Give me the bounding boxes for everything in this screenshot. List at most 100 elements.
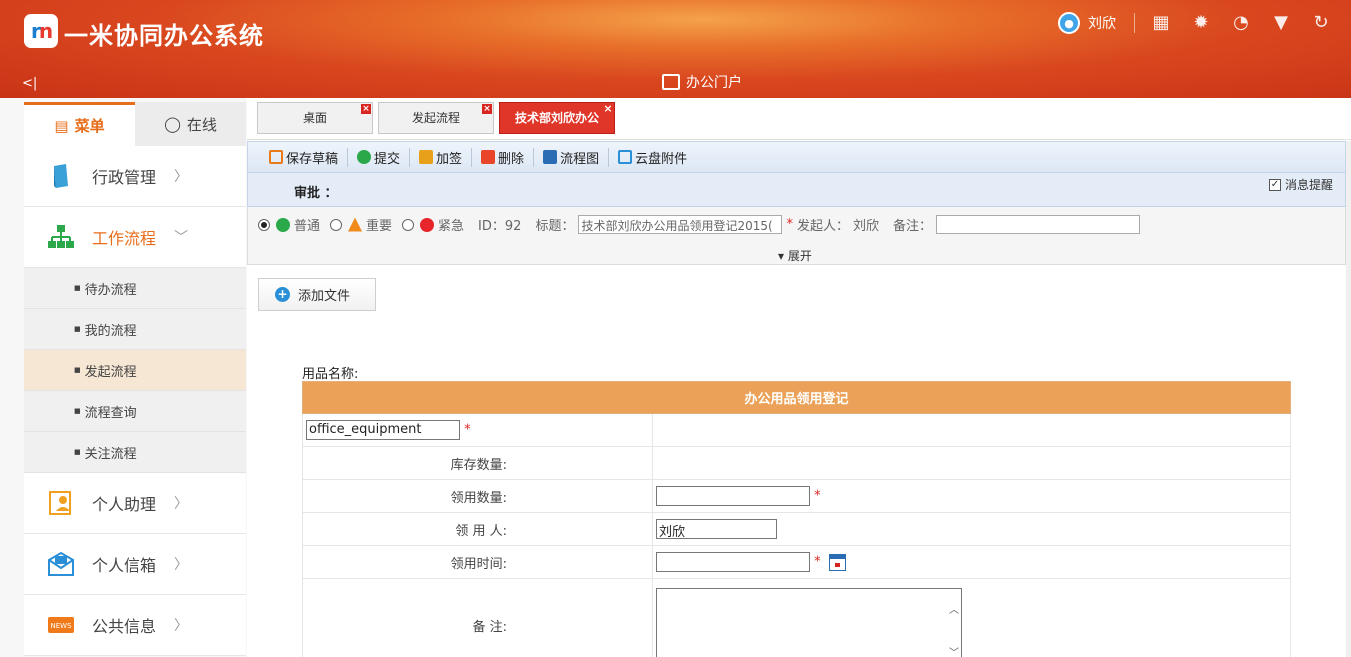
chevron-right-icon: 〉	[174, 496, 189, 512]
sidebar-subitem-todo[interactable]: 待办流程	[24, 268, 246, 309]
notify-label: 消息提醒	[1284, 178, 1333, 192]
priority-normal-label: 普通	[294, 219, 321, 234]
flowchart-button[interactable]: 流程图	[534, 147, 610, 167]
tab-online-label: 在线	[186, 115, 217, 134]
goods-select[interactable]: office_equipment	[306, 420, 460, 440]
tab-label: 桌面	[302, 111, 327, 125]
sidebar-subitem-start-flow[interactable]: 发起流程	[24, 350, 246, 391]
person-input[interactable]: 刘欣	[656, 519, 777, 540]
menu-doc-icon: ▤	[54, 116, 69, 135]
delete-label: 删除	[498, 151, 525, 167]
toolbar: 保存草稿 提交 加签 删除 流程图 云盘附件	[247, 141, 1346, 173]
approval-label: 审批 ：	[294, 186, 338, 201]
sidebar-item-mailbox[interactable]: 个人信箱 〉	[24, 534, 246, 595]
user-outline-icon: ◯	[164, 115, 181, 133]
org-chart-icon	[48, 225, 74, 248]
priority-urgent-radio[interactable]	[402, 218, 415, 231]
flowchart-label: 流程图	[560, 151, 600, 167]
cloud-attachment-button[interactable]: 云盘附件	[609, 148, 696, 167]
sidebar-subitem-query[interactable]: 流程查询	[24, 391, 246, 432]
refresh-icon[interactable]: ↻	[1310, 12, 1332, 34]
cloud-bag-icon	[618, 150, 633, 164]
meta-line: 普通 重要 紧急 ID：92 标题： 技术部刘欣办公用品领用登记2015( * …	[258, 215, 1140, 234]
title-label: 标题：	[535, 219, 575, 234]
time-input[interactable]	[656, 552, 810, 572]
shirt-icon[interactable]: ▼	[1270, 12, 1292, 34]
calendar-icon[interactable]	[828, 553, 846, 571]
stock-value	[652, 446, 1291, 480]
chevron-right-icon: 〉	[174, 557, 189, 573]
save-icon	[269, 150, 283, 164]
remark-input[interactable]	[936, 215, 1140, 234]
chevron-down-icon: ﹀	[174, 230, 189, 246]
message-icon[interactable]: ◔	[1230, 12, 1252, 34]
user-menu[interactable]: ● 刘欣	[1058, 12, 1145, 34]
notify-checkbox[interactable]: ✓ 消息提醒	[1268, 176, 1333, 193]
required-marker: *	[464, 422, 471, 438]
submit-button[interactable]: 提交	[348, 147, 411, 167]
chevron-right-icon: 〉	[174, 169, 189, 185]
page-scrollbar[interactable]	[1346, 141, 1351, 657]
svg-text:NEWS: NEWS	[50, 622, 72, 630]
qty-input[interactable]	[656, 486, 810, 506]
portal-label: 办公门户	[686, 75, 742, 91]
sidebar-subitem-followed[interactable]: 关注流程	[24, 432, 246, 473]
add-sign-label: 加签	[436, 151, 463, 167]
scroll-up-icon[interactable]: ︿	[949, 601, 959, 616]
sidebar-item-assistant[interactable]: 个人助理 〉	[24, 473, 246, 534]
save-draft-button[interactable]: 保存草稿	[260, 147, 349, 167]
delete-button[interactable]: 删除	[472, 147, 535, 167]
gear-icon[interactable]: ✹	[1190, 12, 1212, 34]
sidebar-menu: 行政管理 〉 工作流程 ﹀ 待办流程 我的流程 发起流程 流程查询 关注流程 个…	[24, 146, 246, 656]
save-draft-label: 保存草稿	[286, 151, 339, 167]
close-icon[interactable]: ×	[603, 103, 613, 114]
close-icon[interactable]: ×	[361, 104, 371, 114]
expand-toggle[interactable]: ▾ 展开	[778, 247, 812, 264]
sidebar-item-workflow[interactable]: 工作流程 ﹀	[24, 207, 246, 268]
required-marker: *	[786, 217, 793, 232]
priority-important-radio[interactable]	[330, 218, 343, 231]
add-sign-button[interactable]: 加签	[410, 147, 473, 167]
header-icons: ▦ ✹ ◔ ▼ ↻	[1150, 12, 1332, 34]
flowchart-icon	[543, 150, 558, 164]
stock-label: 库存数量:	[302, 446, 653, 480]
pen-icon	[419, 150, 434, 164]
tab-start-flow[interactable]: 发起流程 ×	[378, 102, 494, 134]
sidebar-collapse-button[interactable]: <|	[22, 76, 37, 91]
approval-bar: 审批 ： ✓ 消息提醒	[247, 173, 1346, 207]
required-marker: *	[814, 554, 821, 570]
user-name: 刘欣	[1088, 16, 1116, 32]
title-input[interactable]: 技术部刘欣办公用品领用登记2015(	[578, 215, 783, 234]
remark-label: 备注：	[892, 219, 932, 234]
tab-desktop[interactable]: 桌面 ×	[257, 102, 373, 134]
sidebar: ▤ 菜单 ◯ 在线 行政管理 〉 工作流程 ﹀ 待办流程 我的流程 发起流程 流…	[0, 98, 247, 657]
priority-normal-radio[interactable]	[258, 218, 270, 231]
tab-menu[interactable]: ▤ 菜单	[24, 102, 135, 146]
flow-meta: 普通 重要 紧急 ID：92 标题： 技术部刘欣办公用品领用登记2015( * …	[247, 207, 1346, 265]
scroll-down-icon[interactable]: ﹀	[949, 644, 959, 657]
cloud-label: 云盘附件	[635, 151, 688, 167]
page-tabs: 桌面 × 发起流程 × 技术部刘欣办公 ×	[247, 98, 1351, 140]
sidebar-item-admin[interactable]: 行政管理 〉	[24, 146, 246, 207]
plus-icon: +	[275, 287, 290, 302]
news-icon: NEWS	[48, 617, 74, 633]
app-title: 一米协同办公系统	[64, 22, 264, 50]
empty-cell	[652, 413, 1291, 447]
checkbox-checked-icon[interactable]: ✓	[1268, 178, 1281, 191]
form-content: + 添加文件 用品名称: 办公用品领用登记 office_equipment *…	[247, 265, 1346, 657]
tab-current-form[interactable]: 技术部刘欣办公 ×	[499, 102, 615, 134]
tab-online[interactable]: ◯ 在线	[135, 102, 246, 146]
flow-id: ID：92	[478, 219, 522, 234]
close-icon[interactable]: ×	[482, 104, 492, 114]
office-portal-link[interactable]: 办公门户	[662, 72, 742, 92]
sidebar-item-label: 公共信息	[92, 617, 157, 636]
add-file-button[interactable]: + 添加文件	[258, 278, 376, 311]
remark-textarea[interactable]: ︿ ﹀	[656, 587, 962, 657]
sidebar-item-public-info[interactable]: NEWS 公共信息 〉	[24, 595, 246, 656]
priority-urgent-label: 紧急	[438, 219, 465, 234]
book-icon	[54, 164, 68, 188]
form-title: 办公用品领用登记	[302, 381, 1291, 414]
sidebar-subitem-my-flows[interactable]: 我的流程	[24, 309, 246, 350]
lightning-icon	[420, 217, 435, 232]
calendar-icon[interactable]: ▦	[1150, 12, 1172, 34]
